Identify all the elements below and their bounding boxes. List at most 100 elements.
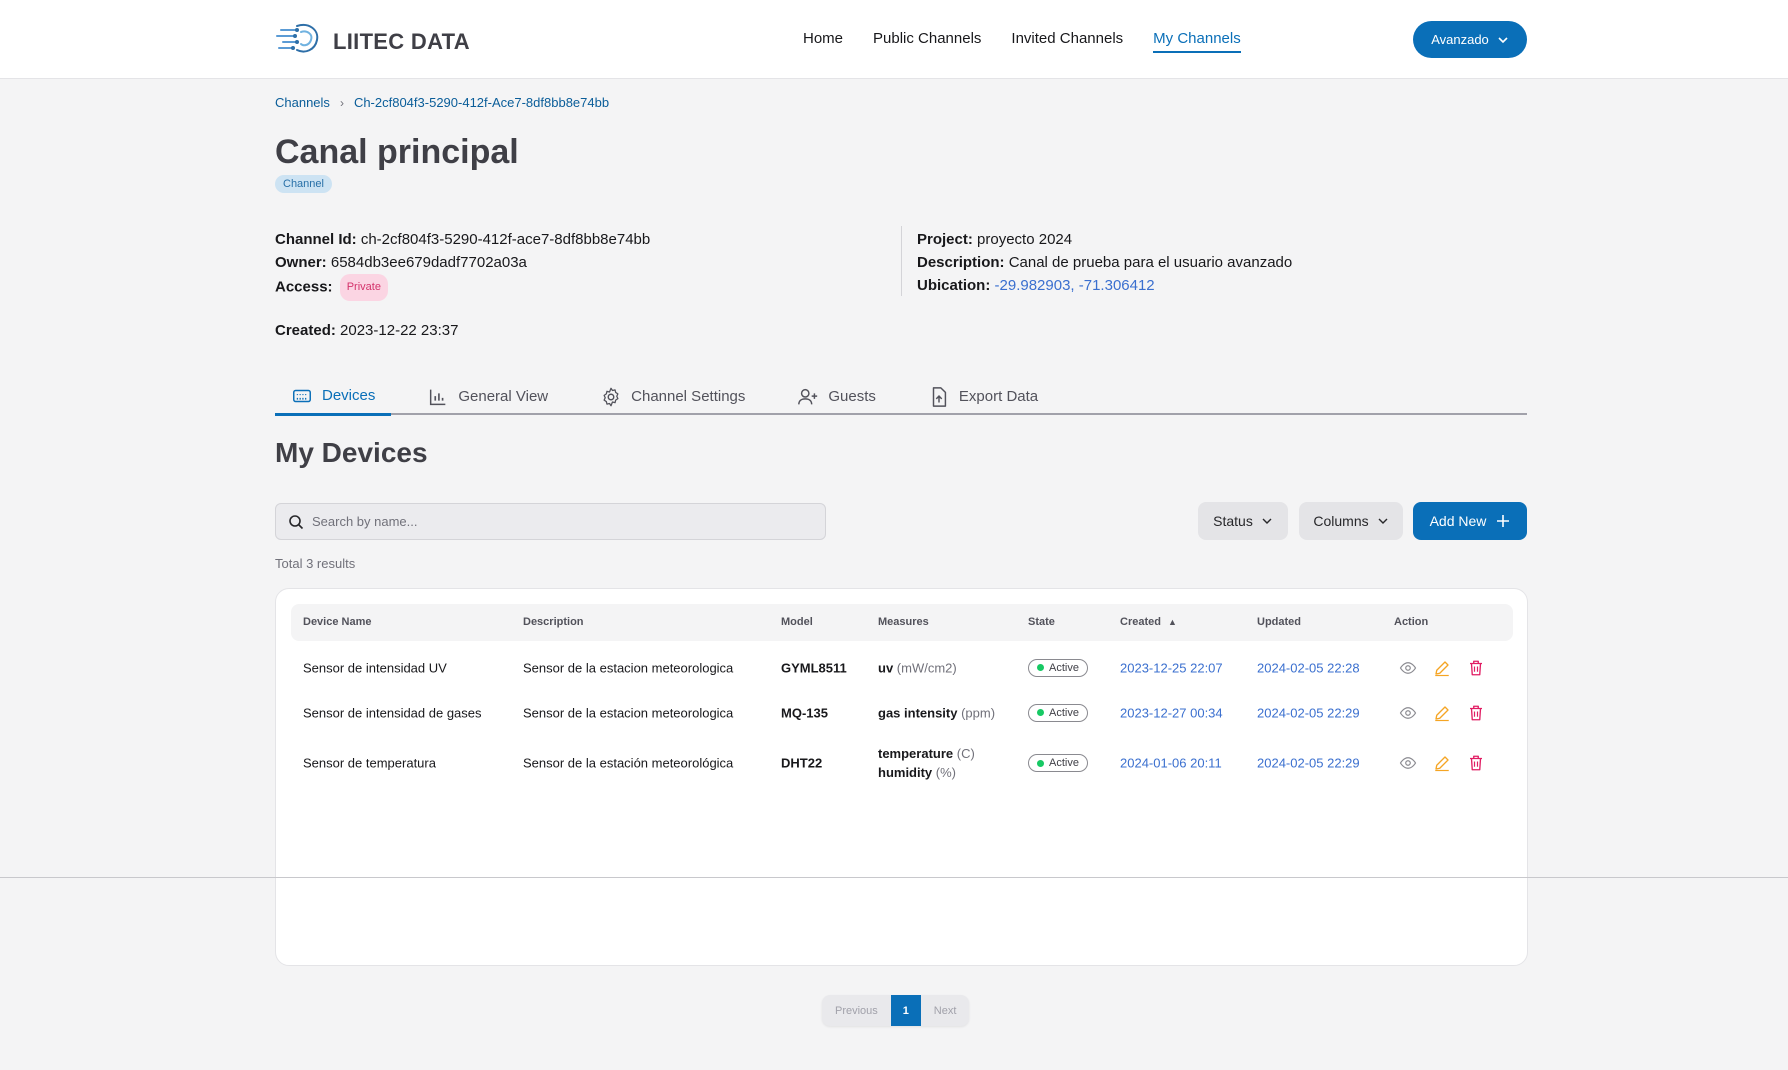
edit-icon[interactable] [1433, 659, 1451, 677]
measure-name: humidity [878, 765, 933, 780]
measure-unit: (%) [935, 765, 957, 780]
nav-public-channels[interactable]: Public Channels [873, 30, 981, 53]
user-menu-label: Avanzado [1431, 32, 1489, 47]
trash-icon[interactable] [1467, 704, 1485, 722]
tab-channel-settings[interactable]: Channel Settings [584, 378, 761, 415]
measure-unit: (ppm) [961, 705, 996, 720]
search-icon [289, 514, 304, 529]
row-actions [1399, 659, 1485, 677]
measure-line: humidity (%) [878, 763, 975, 782]
eye-icon[interactable] [1399, 754, 1417, 772]
status-badge: Active [1028, 658, 1088, 677]
trash-icon[interactable] [1467, 659, 1485, 677]
device-name: Sensor de temperatura [303, 755, 436, 771]
status-badge: Active [1028, 703, 1088, 722]
device-updated: 2024-02-05 22:28 [1257, 660, 1360, 675]
status-dot-icon [1037, 759, 1044, 767]
status-filter-button[interactable]: Status [1198, 502, 1288, 540]
nav-home[interactable]: Home [803, 30, 843, 53]
table-header: Device Name Description Model Measures S… [291, 604, 1513, 641]
next-page-button[interactable]: Next [921, 995, 970, 1026]
channel-id-label: Channel Id: [275, 231, 357, 248]
file-export-icon [932, 386, 947, 407]
description-row: Description: Canal de prueba para el usu… [917, 251, 1292, 274]
created-row: Created: 2023-12-22 23:37 [275, 322, 458, 339]
col-device-name[interactable]: Device Name [303, 616, 372, 628]
trash-icon[interactable] [1467, 754, 1485, 772]
columns-button[interactable]: Columns [1299, 502, 1403, 540]
device-description: Sensor de la estación meteorológica [523, 755, 734, 771]
access-label: Access: [275, 278, 333, 296]
nav-invited-channels[interactable]: Invited Channels [1011, 30, 1123, 53]
device-name: Sensor de intensidad UV [303, 660, 447, 675]
created-label: Created: [275, 322, 336, 339]
sort-asc-icon: ▲ [1168, 617, 1177, 627]
previous-page-button[interactable]: Previous [822, 995, 891, 1026]
device-description: Sensor de la estacion meteorologica [523, 705, 734, 720]
nav-my-channels[interactable]: My Channels [1153, 30, 1241, 53]
tab-devices[interactable]: Devices [275, 378, 392, 416]
main-nav: Home Public Channels Invited Channels My… [803, 30, 1241, 53]
device-created: 2023-12-27 00:34 [1120, 705, 1223, 720]
add-new-button[interactable]: Add New [1413, 502, 1527, 540]
top-navbar: LIITEC DATA Home Public Channels Invited… [0, 0, 1788, 79]
tab-general-view[interactable]: General View [411, 378, 564, 415]
channel-type-chip: Channel [275, 175, 332, 193]
measure-name: uv [878, 660, 894, 675]
table-row[interactable]: Sensor de intensidad UV Sensor de la est… [291, 645, 1513, 690]
user-menu-button[interactable]: Avanzado [1413, 21, 1527, 58]
horizontal-divider [0, 877, 1788, 878]
eye-icon[interactable] [1399, 659, 1417, 677]
info-divider [901, 226, 902, 296]
breadcrumb-current[interactable]: Ch-2cf804f3-5290-412f-Ace7-8df8bb8e74bb [354, 95, 609, 110]
device-measures: temperature (C) humidity (%) [878, 744, 975, 782]
device-updated: 2024-02-05 22:29 [1257, 755, 1360, 771]
tab-channel-settings-label: Channel Settings [631, 388, 746, 405]
created-value: 2023-12-22 23:37 [340, 322, 459, 339]
table-row[interactable]: Sensor de temperatura Sensor de la estac… [291, 735, 1513, 791]
edit-icon[interactable] [1433, 754, 1451, 772]
col-measures[interactable]: Measures [878, 616, 929, 628]
col-updated[interactable]: Updated [1257, 616, 1301, 628]
ubication-link[interactable]: -29.982903, -71.306412 [995, 277, 1155, 294]
device-model: GYML8511 [781, 660, 847, 675]
tab-export-data-label: Export Data [958, 388, 1039, 405]
table-row[interactable]: Sensor de intensidad de gases Sensor de … [291, 690, 1513, 735]
chevron-down-icon [1378, 518, 1388, 524]
owner-label: Owner: [275, 254, 327, 271]
measure-line: temperature (C) [878, 744, 975, 763]
project-label: Project: [917, 231, 973, 248]
col-description[interactable]: Description [523, 616, 584, 628]
col-model[interactable]: Model [781, 616, 813, 628]
col-created[interactable]: Created ▲ [1120, 616, 1177, 628]
col-action: Action [1394, 616, 1429, 628]
channel-info-left: Channel Id: ch-2cf804f3-5290-412f-ace7-8… [275, 228, 650, 301]
total-results: Total 3 results [275, 556, 356, 571]
device-measures: gas intensity (ppm) [878, 705, 995, 720]
eye-icon[interactable] [1399, 704, 1417, 722]
page-1-button[interactable]: 1 [890, 995, 921, 1026]
col-state[interactable]: State [1028, 616, 1055, 628]
brand[interactable]: LIITEC DATA [275, 20, 470, 63]
col-created-label: Created [1120, 616, 1161, 628]
ubication-row: Ubication: -29.982903, -71.306412 [917, 274, 1292, 297]
access-badge: Private [339, 274, 388, 301]
status-text: Active [1049, 757, 1079, 769]
device-created: 2023-12-25 22:07 [1120, 660, 1223, 675]
search-input[interactable] [312, 514, 792, 529]
device-state: Active [1028, 703, 1088, 722]
channel-id-row: Channel Id: ch-2cf804f3-5290-412f-ace7-8… [275, 228, 650, 251]
logo-icon [275, 20, 323, 63]
tab-guests[interactable]: Guests [781, 378, 892, 415]
edit-icon[interactable] [1433, 704, 1451, 722]
owner-row: Owner: 6584db3ee679dadf7702a03a [275, 251, 650, 274]
tab-export-data[interactable]: Export Data [912, 378, 1054, 415]
section-title: My Devices [275, 437, 428, 468]
tab-general-view-label: General View [458, 388, 549, 405]
measure-unit: (C) [956, 746, 975, 761]
status-dot-icon [1037, 664, 1044, 671]
row-actions [1399, 704, 1485, 722]
breadcrumb-channels[interactable]: Channels [275, 95, 330, 110]
device-state: Active [1028, 658, 1088, 677]
bar-chart-icon [430, 389, 446, 405]
